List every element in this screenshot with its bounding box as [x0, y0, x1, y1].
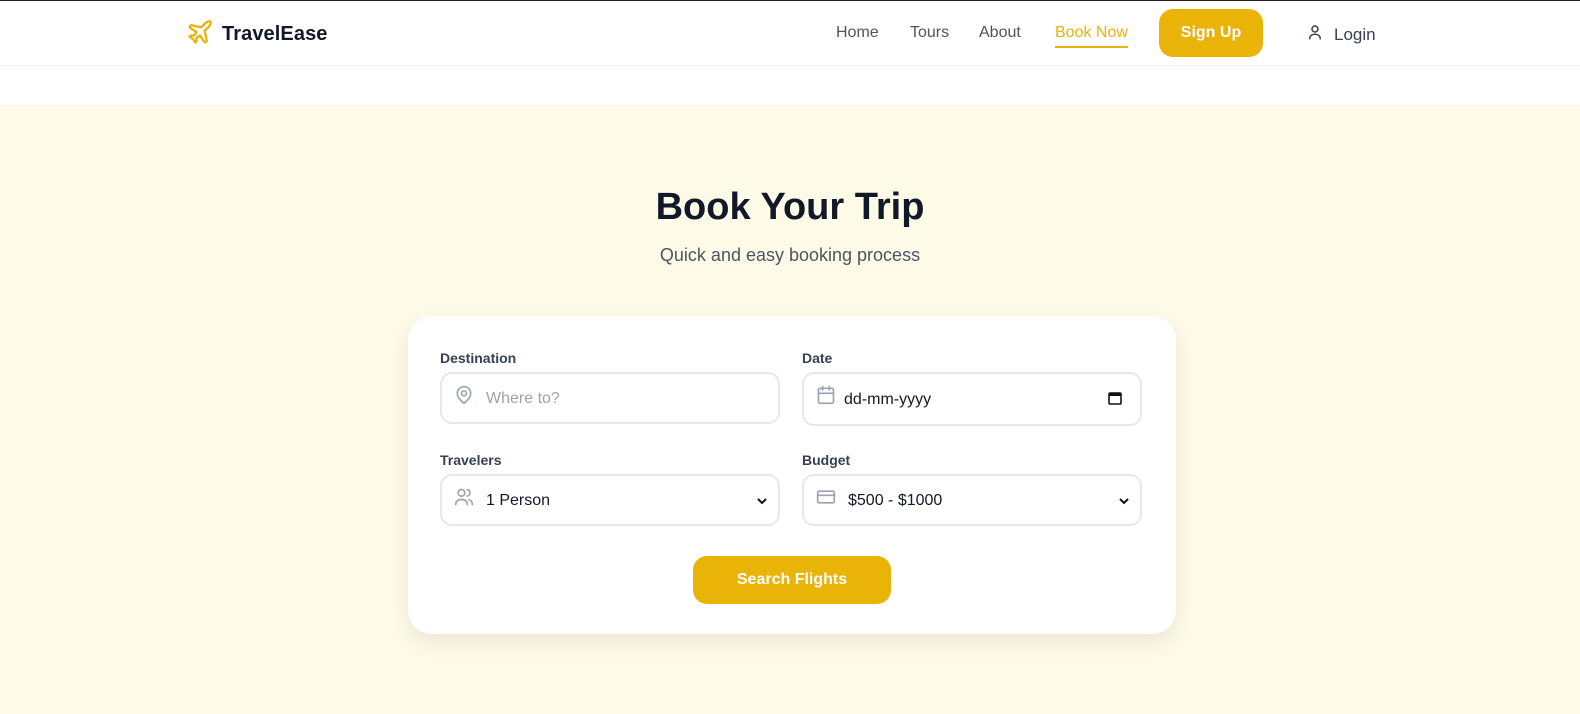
budget-label: Budget — [802, 452, 851, 468]
travelers-label: Travelers — [440, 452, 502, 468]
date-label: Date — [802, 350, 833, 366]
login-link[interactable]: Login — [1306, 23, 1376, 46]
travelers-select[interactable]: 1 Person — [440, 474, 780, 526]
date-placeholder: dd-mm-yyyy — [844, 391, 932, 408]
sign-up-button[interactable]: Sign Up — [1159, 9, 1263, 57]
nav-tours[interactable]: Tours — [910, 24, 949, 42]
nav-book-now[interactable]: Book Now — [1055, 24, 1128, 48]
chevron-down-icon — [1118, 494, 1130, 506]
map-pin-icon — [454, 385, 474, 405]
page-title: Book Your Trip — [655, 186, 925, 228]
search-flights-button[interactable]: Search Flights — [693, 556, 891, 604]
users-icon — [454, 487, 474, 507]
chevron-down-icon — [756, 494, 768, 506]
date-input[interactable]: dd-mm-yyyy — [802, 372, 1142, 426]
site-header: TravelEase Home Tours About Book Now Sig… — [0, 1, 1580, 66]
date-picker-icon[interactable] — [1108, 391, 1122, 405]
booking-hero: Book Your Trip Quick and easy booking pr… — [0, 105, 1580, 714]
user-icon — [1306, 23, 1324, 46]
nav-home[interactable]: Home — [836, 24, 879, 42]
calendar-icon — [816, 385, 836, 405]
budget-select[interactable]: $500 - $1000 — [802, 474, 1142, 526]
destination-placeholder: Where to? — [486, 390, 560, 407]
booking-form-card: Destination Where to? Date dd-mm-yyyy Tr… — [408, 316, 1176, 634]
destination-input[interactable]: Where to? — [440, 372, 780, 424]
budget-value: $500 - $1000 — [848, 492, 943, 509]
page-subtitle: Quick and easy booking process — [659, 245, 921, 265]
credit-card-icon — [816, 487, 836, 507]
destination-label: Destination — [440, 350, 517, 366]
login-label: Login — [1334, 24, 1376, 44]
nav-about[interactable]: About — [979, 24, 1021, 42]
travelers-value: 1 Person — [486, 492, 551, 509]
